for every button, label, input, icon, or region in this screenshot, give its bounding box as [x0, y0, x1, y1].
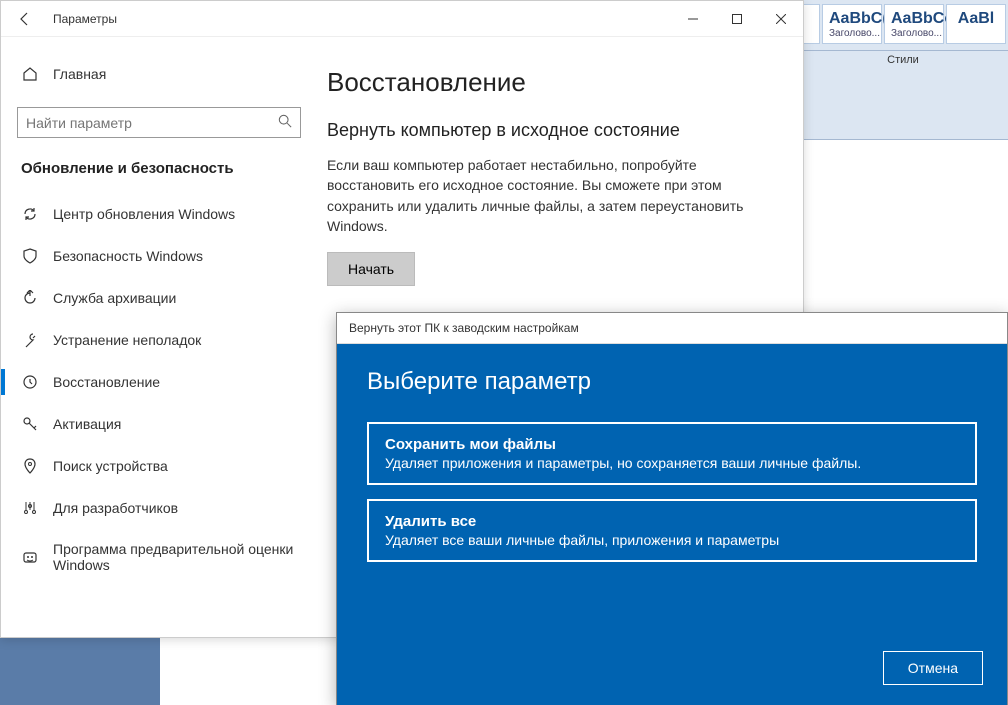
background-strip [0, 629, 160, 705]
background-word-ribbon: :D( AaBbC( Заголово... AaBbCc Заголово..… [798, 0, 1008, 140]
dialog-title: Вернуть этот ПК к заводским настройкам [337, 313, 1007, 344]
developer-icon [21, 499, 39, 517]
insider-icon [21, 548, 39, 566]
title-bar: Параметры [1, 1, 803, 37]
wrench-icon [21, 331, 39, 349]
back-button[interactable] [9, 3, 41, 35]
nav-insider[interactable]: Программа предварительной оценки Windows [17, 529, 301, 585]
shield-icon [21, 247, 39, 265]
option-desc: Удаляет все ваши личные файлы, приложени… [385, 532, 959, 548]
search-icon [278, 114, 292, 131]
dialog-heading: Выберите параметр [367, 368, 977, 396]
nav-backup[interactable]: Служба архивации [17, 277, 301, 319]
home-icon [21, 65, 39, 83]
nav-developers[interactable]: Для разработчиков [17, 487, 301, 529]
cancel-button[interactable]: Отмена [883, 651, 983, 685]
nav-activation[interactable]: Активация [17, 403, 301, 445]
word-styles-group-label: Стили [798, 50, 1008, 69]
close-button[interactable] [759, 1, 803, 37]
nav-troubleshoot[interactable]: Устранение неполадок [17, 319, 301, 361]
nav-find-device[interactable]: Поиск устройства [17, 445, 301, 487]
location-icon [21, 457, 39, 475]
recovery-icon [21, 373, 39, 391]
minimize-button[interactable] [671, 1, 715, 37]
option-desc: Удаляет приложения и параметры, но сохра… [385, 455, 959, 471]
option-title: Сохранить мои файлы [385, 436, 959, 453]
search-input[interactable] [26, 115, 278, 131]
option-title: Удалить все [385, 513, 959, 530]
word-style-item[interactable]: AaBbC( Заголово... [822, 4, 882, 44]
nav-windows-update[interactable]: Центр обновления Windows [17, 193, 301, 235]
option-keep-files[interactable]: Сохранить мои файлы Удаляет приложения и… [367, 422, 977, 485]
backup-icon [21, 289, 39, 307]
section-header: Обновление и безопасность [17, 160, 301, 177]
option-remove-all[interactable]: Удалить все Удаляет все ваши личные файл… [367, 499, 977, 562]
home-label: Главная [53, 66, 106, 82]
reset-pc-dialog: Вернуть этот ПК к заводским настройкам В… [336, 312, 1008, 705]
home-link[interactable]: Главная [17, 57, 301, 91]
key-icon [21, 415, 39, 433]
settings-sidebar: Главная Обновление и безопасность Центр … [1, 37, 317, 637]
maximize-button[interactable] [715, 1, 759, 37]
nav-windows-security[interactable]: Безопасность Windows [17, 235, 301, 277]
body-text: Если ваш компьютер работает нестабильно,… [327, 155, 773, 236]
sync-icon [21, 205, 39, 223]
window-title: Параметры [53, 12, 117, 26]
word-style-item[interactable]: AaBl [946, 4, 1006, 44]
start-button[interactable]: Начать [327, 252, 415, 286]
nav-recovery[interactable]: Восстановление [17, 361, 301, 403]
search-box[interactable] [17, 107, 301, 138]
page-title: Восстановление [327, 67, 773, 98]
word-style-item[interactable]: AaBbCc Заголово... [884, 4, 944, 44]
subsection-title: Вернуть компьютер в исходное состояние [327, 120, 773, 141]
